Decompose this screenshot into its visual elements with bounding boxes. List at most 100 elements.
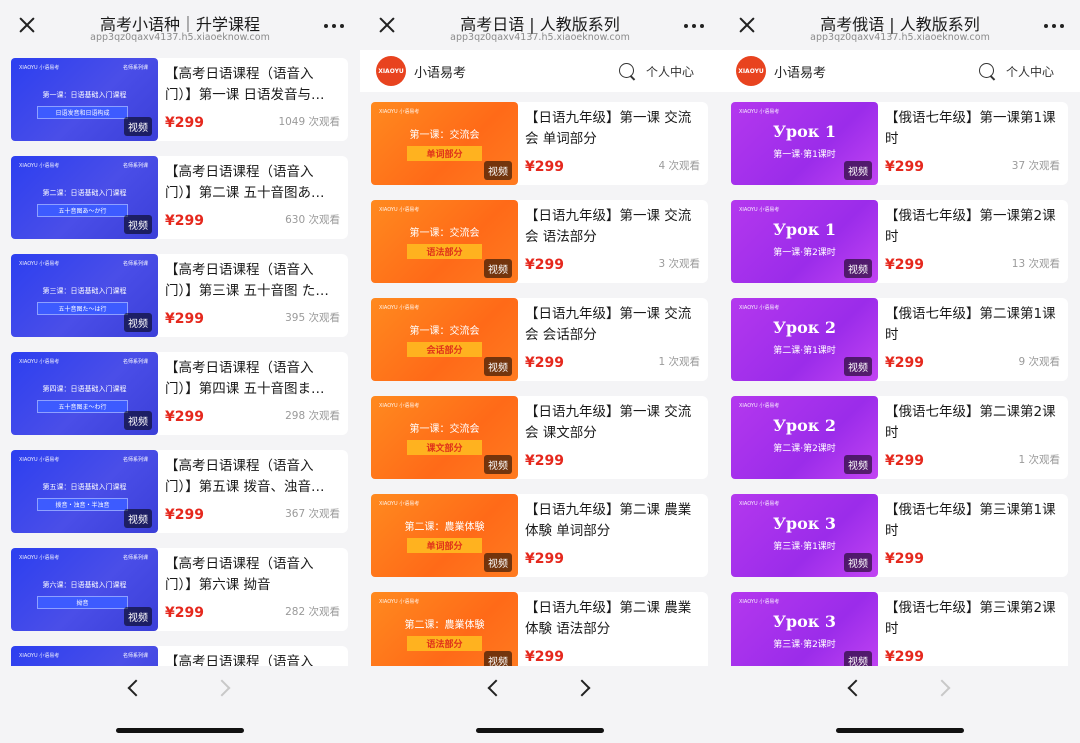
course-card[interactable]: XIAOYU 小语易考名师系列课视频【高考日语课程（语音入 bbox=[11, 646, 348, 666]
video-badge: 视频 bbox=[484, 259, 512, 278]
thumbnail-brand: XIAOYU 小语易考 bbox=[739, 207, 780, 213]
close-icon[interactable] bbox=[16, 14, 38, 36]
course-thumbnail[interactable]: XIAOYU 小语易考 第一课：交流会 单词部分 视频 bbox=[371, 102, 518, 185]
course-title[interactable]: 【俄语七年级】第一课第2课时 bbox=[885, 206, 1058, 248]
thumbnail-subheading: 单词部分 bbox=[407, 146, 482, 161]
course-card[interactable]: XIAOYU 小语易考 Урок 2 第二课·第2课时 视频 【俄语七年级】第二课第2课… bbox=[731, 396, 1068, 479]
course-title[interactable]: 【俄语七年级】第二课第2课时 bbox=[885, 402, 1058, 444]
thumbnail-series-tag: 名师系列课 bbox=[122, 65, 148, 71]
course-title[interactable]: 【高考日语课程（语音入门）】第二课 五十音图あ… bbox=[165, 162, 338, 204]
course-card[interactable]: XIAOYU 小语易考 第二课：農業体験 语法部分 视频 【日语九年级】第二课 農業体験… bbox=[371, 592, 708, 666]
course-thumbnail[interactable]: XIAOYU 小语易考 名师系列课 第一课：日语基础入门课程 日语发音和日语构成 视频 bbox=[11, 58, 158, 141]
course-title[interactable]: 【高考日语课程（语音入门）】第一课 日语发音与… bbox=[165, 64, 338, 106]
course-price: ¥299 bbox=[885, 355, 924, 371]
course-price: ¥299 bbox=[885, 453, 924, 469]
forward-icon[interactable] bbox=[933, 679, 951, 697]
search-icon[interactable] bbox=[979, 63, 994, 78]
course-thumbnail[interactable]: XIAOYU 小语易考 Урок 3 第三课·第1课时 视频 bbox=[731, 494, 878, 577]
course-card[interactable]: XIAOYU 小语易考 Урок 3 第三课·第2课时 视频 【俄语七年级】第三课第2课… bbox=[731, 592, 1068, 666]
course-card[interactable]: XIAOYU 小语易考 Урок 2 第二课·第1课时 视频 【俄语七年级】第二课第1课… bbox=[731, 298, 1068, 381]
course-card[interactable]: XIAOYU 小语易考 第二课：農業体験 单词部分 视频 【日语九年级】第二课 農業体験… bbox=[371, 494, 708, 577]
course-title[interactable]: 【日语九年级】第一课 交流会 单词部分 bbox=[525, 108, 698, 150]
video-badge: 视频 bbox=[124, 411, 152, 430]
course-thumbnail[interactable]: XIAOYU 小语易考 Урок 1 第一课·第1课时 视频 bbox=[731, 102, 878, 185]
course-list: XIAOYU 小语易考 第一课：交流会 单词部分 视频 【日语九年级】第一课 交流会 单… bbox=[360, 102, 720, 666]
course-title[interactable]: 【高考日语课程（语音入门）】第三课 五十音图 た… bbox=[165, 260, 338, 302]
course-title[interactable]: 【俄语七年级】第三课第1课时 bbox=[885, 500, 1058, 542]
course-title[interactable]: 【俄语七年级】第三课第2课时 bbox=[885, 598, 1058, 640]
course-thumbnail[interactable]: XIAOYU 小语易考 名师系列课 第六课：日语基础入门课程 拗音 视频 bbox=[11, 548, 158, 631]
personal-center-link[interactable]: 个人中心 bbox=[1006, 63, 1054, 80]
more-icon[interactable] bbox=[684, 24, 704, 28]
view-count: 1049 次观看 bbox=[278, 116, 340, 128]
course-thumbnail[interactable]: XIAOYU 小语易考 第二课：農業体験 语法部分 视频 bbox=[371, 592, 518, 666]
back-icon[interactable] bbox=[847, 679, 865, 697]
course-thumbnail[interactable]: XIAOYU 小语易考 名师系列课 第四课：日语基础入门课程 五十音图ま～わ行 视频 bbox=[11, 352, 158, 435]
course-title[interactable]: 【日语九年级】第一课 交流会 会话部分 bbox=[525, 304, 698, 346]
video-badge: 视频 bbox=[844, 357, 872, 376]
course-thumbnail[interactable]: XIAOYU 小语易考 Урок 2 第二课·第2课时 视频 bbox=[731, 396, 878, 479]
course-list: XIAOYU 小语易考 Урок 1 第一课·第1课时 视频 【俄语七年级】第一课第1课… bbox=[720, 102, 1080, 666]
course-title[interactable]: 【日语九年级】第一课 交流会 课文部分 bbox=[525, 402, 698, 444]
close-icon[interactable] bbox=[736, 14, 758, 36]
course-title[interactable]: 【高考日语课程（语音入门）】第四课 五十音图ま… bbox=[165, 358, 338, 400]
forward-icon[interactable] bbox=[213, 679, 231, 697]
course-list-area: XIAOYU 小语易考 个人中心 XIAOYU 小语易考 Урок 1 第一课·第1… bbox=[720, 50, 1080, 666]
shop-name[interactable]: 小语易考 bbox=[414, 62, 466, 81]
course-title[interactable]: 【日语九年级】第二课 農業体験 单词部分 bbox=[525, 500, 698, 542]
course-card[interactable]: XIAOYU 小语易考 名师系列课 第二课：日语基础入门课程 五十音图あ～か行 视频 【高… bbox=[11, 156, 348, 239]
course-card[interactable]: XIAOYU 小语易考 第一课：交流会 单词部分 视频 【日语九年级】第一课 交流会 单… bbox=[371, 102, 708, 185]
course-title[interactable]: 【俄语七年级】第二课第1课时 bbox=[885, 304, 1058, 346]
course-price: ¥299 bbox=[165, 605, 204, 621]
close-icon[interactable] bbox=[376, 14, 398, 36]
back-icon[interactable] bbox=[127, 679, 145, 697]
course-price: ¥299 bbox=[165, 311, 204, 327]
course-thumbnail[interactable]: XIAOYU 小语易考 第一课：交流会 语法部分 视频 bbox=[371, 200, 518, 283]
course-thumbnail[interactable]: XIAOYU 小语易考 名师系列课 第五课：日语基础入门课程 拨音・浊音・半浊音 视频 bbox=[11, 450, 158, 533]
more-icon[interactable] bbox=[324, 24, 344, 28]
course-title[interactable]: 【俄语七年级】第一课第1课时 bbox=[885, 108, 1058, 150]
course-title[interactable]: 【日语九年级】第一课 交流会 语法部分 bbox=[525, 206, 698, 248]
course-card[interactable]: XIAOYU 小语易考 名师系列课 第六课：日语基础入门课程 拗音 视频 【高考日语课程（… bbox=[11, 548, 348, 631]
course-thumbnail[interactable]: XIAOYU 小语易考 名师系列课 第二课：日语基础入门课程 五十音图あ～か行 视频 bbox=[11, 156, 158, 239]
course-thumbnail[interactable]: XIAOYU 小语易考 第二课：農業体験 单词部分 视频 bbox=[371, 494, 518, 577]
shop-logo[interactable]: XIAOYU bbox=[736, 56, 766, 86]
thumbnail-series-tag: 名师系列课 bbox=[122, 359, 148, 365]
course-card[interactable]: XIAOYU 小语易考 Урок 1 第一课·第1课时 视频 【俄语七年级】第一课第1课… bbox=[731, 102, 1068, 185]
course-thumbnail[interactable]: XIAOYU 小语易考 Урок 3 第三课·第2课时 视频 bbox=[731, 592, 878, 666]
thumbnail-subheading: 第一课·第2课时 bbox=[773, 248, 836, 258]
course-card[interactable]: XIAOYU 小语易考 名师系列课 第一课：日语基础入门课程 日语发音和日语构成 视频【… bbox=[11, 58, 348, 141]
thumbnail-heading: 第三课：日语基础入门课程 bbox=[42, 287, 127, 295]
view-count: 1 次观看 bbox=[658, 356, 700, 368]
course-title[interactable]: 【日语九年级】第二课 農業体験 语法部分 bbox=[525, 598, 698, 640]
thumbnail-series-tag: 名师系列课 bbox=[122, 261, 148, 267]
course-card[interactable]: XIAOYU 小语易考 名师系列课 第四课：日语基础入门课程 五十音图ま～わ行 视频 【高… bbox=[11, 352, 348, 435]
course-thumbnail[interactable]: XIAOYU 小语易考名师系列课视频 bbox=[11, 646, 158, 666]
course-card[interactable]: XIAOYU 小语易考 Урок 1 第一课·第2课时 视频 【俄语七年级】第一课第2课… bbox=[731, 200, 1068, 283]
course-thumbnail[interactable]: XIAOYU 小语易考 第一课：交流会 课文部分 视频 bbox=[371, 396, 518, 479]
course-thumbnail[interactable]: XIAOYU 小语易考 名师系列课 第三课：日语基础入门课程 五十音图た～は行 视频 bbox=[11, 254, 158, 337]
forward-icon[interactable] bbox=[573, 679, 591, 697]
course-thumbnail[interactable]: XIAOYU 小语易考 Урок 2 第二课·第1课时 视频 bbox=[731, 298, 878, 381]
more-icon[interactable] bbox=[1044, 24, 1064, 28]
back-icon[interactable] bbox=[487, 679, 505, 697]
course-title[interactable]: 【高考日语课程（语音入门）】第五课 拨音、浊音… bbox=[165, 456, 338, 498]
shop-name[interactable]: 小语易考 bbox=[774, 62, 826, 81]
course-title[interactable]: 【高考日语课程（语音入 bbox=[165, 652, 338, 666]
course-price: ¥299 bbox=[885, 649, 924, 665]
course-price: ¥299 bbox=[885, 551, 924, 567]
thumbnail-heading: 第二课：農業体験 bbox=[404, 620, 485, 631]
course-card[interactable]: XIAOYU 小语易考 Урок 3 第三课·第1课时 视频 【俄语七年级】第三课第1课… bbox=[731, 494, 1068, 577]
shop-logo[interactable]: XIAOYU bbox=[376, 56, 406, 86]
search-icon[interactable] bbox=[619, 63, 634, 78]
course-title[interactable]: 【高考日语课程（语音入门）】第六课 拗音 bbox=[165, 554, 338, 596]
course-card[interactable]: XIAOYU 小语易考 第一课：交流会 课文部分 视频 【日语九年级】第一课 交流会 课… bbox=[371, 396, 708, 479]
course-card[interactable]: XIAOYU 小语易考 名师系列课 第五课：日语基础入门课程 拨音・浊音・半浊音 视频【… bbox=[11, 450, 348, 533]
course-card[interactable]: XIAOYU 小语易考 第一课：交流会 语法部分 视频 【日语九年级】第一课 交流会 语… bbox=[371, 200, 708, 283]
course-card[interactable]: XIAOYU 小语易考 第一课：交流会 会话部分 视频 【日语九年级】第一课 交流会 会… bbox=[371, 298, 708, 381]
course-thumbnail[interactable]: XIAOYU 小语易考 第一课：交流会 会话部分 视频 bbox=[371, 298, 518, 381]
thumbnail-brand: XIAOYU 小语易考 bbox=[19, 65, 60, 71]
course-card[interactable]: XIAOYU 小语易考 名师系列课 第三课：日语基础入门课程 五十音图た～は行 视频 【高… bbox=[11, 254, 348, 337]
course-thumbnail[interactable]: XIAOYU 小语易考 Урок 1 第一课·第2课时 视频 bbox=[731, 200, 878, 283]
personal-center-link[interactable]: 个人中心 bbox=[646, 63, 694, 80]
